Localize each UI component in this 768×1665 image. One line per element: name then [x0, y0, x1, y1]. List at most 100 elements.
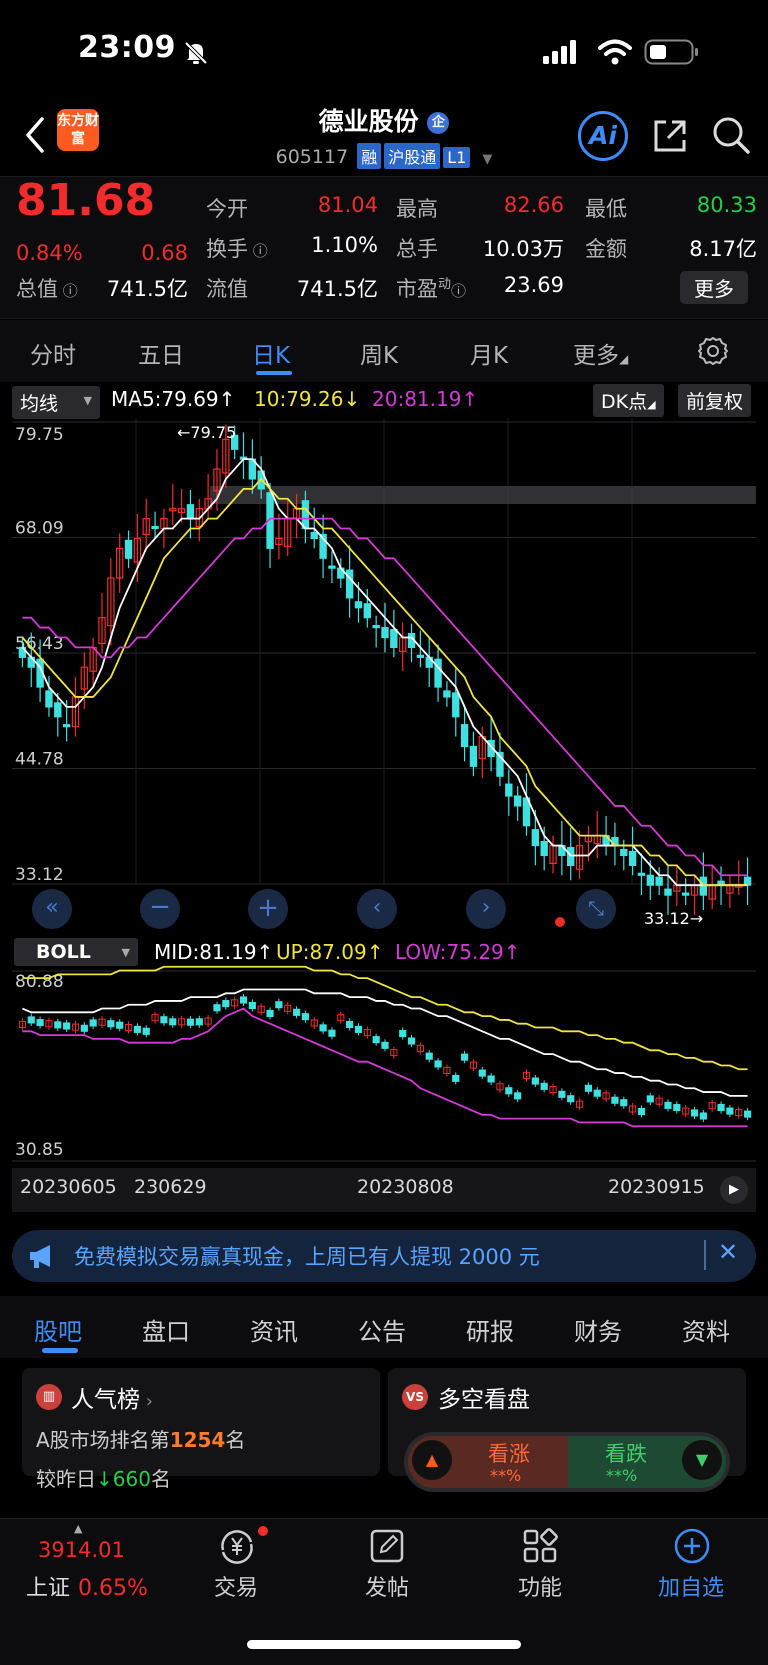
scroll-start-button[interactable]: «	[32, 889, 72, 929]
active-tab-indicator	[256, 371, 292, 375]
boll-candle-body	[63, 1022, 71, 1030]
index-value[interactable]: 3914.01	[38, 1538, 125, 1562]
status-bar: 23:09	[0, 0, 768, 100]
candlestick-chart[interactable]: 79.7568.0956.4344.7833.12←79.7533.12→	[12, 418, 756, 932]
boll-candle-body	[36, 1019, 44, 1027]
boll-candle-body	[372, 1036, 380, 1044]
boll-candle-body	[160, 1016, 168, 1024]
search-icon[interactable]	[710, 114, 752, 156]
tab-financials[interactable]: 财务	[574, 1312, 622, 1347]
candle-body	[646, 874, 654, 886]
bear-label: 看跌	[605, 1442, 647, 1466]
popularity-title[interactable]: 人气榜 ›	[71, 1380, 153, 1414]
fullscreen-button[interactable]: ⤡	[576, 889, 616, 929]
tab-five-day[interactable]: 五日	[138, 336, 184, 370]
candle-body	[699, 876, 708, 896]
dk-point-button[interactable]: DK点◢	[593, 384, 664, 417]
y-tick-label: 33.12	[15, 865, 64, 885]
compose-post-icon[interactable]	[369, 1528, 405, 1564]
boll-mid-value: MID:81.19↑	[154, 940, 274, 964]
candle-body	[328, 565, 336, 569]
boll-candle-body	[690, 1109, 699, 1117]
open-label: 今开	[206, 197, 248, 221]
candle-body	[363, 603, 372, 619]
boll-selector[interactable]: BOLL ▼	[14, 938, 138, 966]
add-watchlist-icon[interactable]	[673, 1527, 711, 1565]
tab-research[interactable]: 研报	[466, 1312, 514, 1347]
candle-body	[390, 628, 398, 649]
turnover-value: 1.10%	[311, 233, 378, 257]
down-arrow-icon: ▼	[682, 1440, 722, 1480]
nav-add-watchlist[interactable]: 加自选	[641, 1570, 741, 1602]
boll-candle-body	[319, 1024, 327, 1032]
candle-body	[513, 795, 522, 807]
boll-candle-body	[407, 1037, 416, 1045]
sentiment-title: 多空看盘	[438, 1387, 530, 1413]
boll-candle-body	[673, 1103, 681, 1111]
cellular-signal-icon	[543, 40, 576, 64]
share-icon[interactable]	[650, 116, 690, 156]
tab-more[interactable]: 更多◢	[573, 336, 628, 370]
candle-body	[743, 876, 752, 886]
tag-level1: L1	[443, 147, 471, 168]
tab-news[interactable]: 资讯	[250, 1312, 298, 1347]
tab-profile[interactable]: 资料	[682, 1312, 730, 1347]
settings-gear-icon[interactable]	[697, 335, 729, 367]
bear-value: **%	[606, 1466, 638, 1485]
y-tick-label: 68.09	[15, 519, 64, 539]
nav-trade[interactable]: 交易	[186, 1570, 286, 1602]
candle-body	[628, 850, 637, 866]
boll-candle-body	[434, 1060, 442, 1068]
boll-candle-body	[514, 1092, 522, 1100]
zoom-out-button[interactable]: −	[140, 889, 180, 929]
more-button[interactable]: 更多	[680, 271, 748, 304]
notification-dot	[258, 1526, 268, 1536]
boll-candle-body	[620, 1099, 628, 1107]
grid-functions-icon[interactable]	[522, 1528, 558, 1564]
open-value: 81.04	[317, 193, 378, 217]
tab-orderbook[interactable]: 盘口	[142, 1312, 190, 1347]
boll-candle-body	[646, 1095, 654, 1103]
play-button[interactable]: ▶	[720, 1176, 748, 1204]
wifi-icon	[598, 39, 632, 65]
boll-candle-body	[222, 1000, 230, 1008]
dropdown-caret-icon[interactable]: ▼	[482, 152, 492, 167]
zoom-in-button[interactable]: +	[248, 889, 288, 929]
close-icon[interactable]: ✕	[718, 1238, 738, 1266]
tab-intraday[interactable]: 分时	[30, 336, 76, 370]
boll-candle-body	[54, 1021, 62, 1029]
ai-button[interactable]: Ai	[578, 111, 628, 161]
trade-yen-icon[interactable]	[217, 1528, 257, 1566]
boll-candle-body	[80, 1024, 88, 1032]
candle-body	[443, 690, 451, 698]
promo-text[interactable]: 免费模拟交易赢真现金，上周已有人提现 2000 元	[74, 1241, 540, 1271]
index-line[interactable]: 上证 0.65%	[26, 1570, 148, 1602]
scroll-left-button[interactable]: ‹	[357, 889, 397, 929]
tab-daily-k[interactable]: 日K	[252, 336, 290, 370]
ma-line-ma5	[21, 458, 748, 887]
stock-name-text: 德业股份	[318, 107, 419, 136]
y-tick-label: 30.85	[15, 1140, 64, 1160]
stock-code: 605117	[275, 146, 349, 168]
max-price-marker: ←79.75	[177, 423, 236, 442]
bull-label: 看涨	[488, 1442, 530, 1466]
last-price: 81.68	[16, 175, 156, 226]
tab-weekly-k[interactable]: 周K	[360, 336, 398, 370]
tab-announcements[interactable]: 公告	[358, 1312, 406, 1347]
boll-candle-body	[452, 1074, 460, 1082]
tab-monthly-k[interactable]: 月K	[470, 336, 508, 370]
boll-candle-body	[726, 1107, 734, 1115]
boll-candle-body	[169, 1018, 177, 1026]
scroll-right-button[interactable]: ›	[466, 889, 506, 929]
nav-functions[interactable]: 功能	[490, 1570, 590, 1602]
nav-post[interactable]: 发帖	[337, 1570, 437, 1602]
pe-label: 市盈动ⓘ	[396, 277, 467, 301]
tab-forum[interactable]: 股吧	[34, 1312, 82, 1347]
amount-value: 8.17亿	[689, 237, 757, 261]
adjust-price-button[interactable]: 前复权	[678, 384, 752, 417]
boll-chart[interactable]: 80.8830.85	[12, 965, 756, 1170]
indicator-selector[interactable]: 均线 ▼	[12, 386, 100, 419]
rank-change-line: 较昨日↓660名	[36, 1467, 171, 1491]
boll-candle-body	[89, 1019, 97, 1027]
boll-candle-body	[567, 1095, 575, 1103]
